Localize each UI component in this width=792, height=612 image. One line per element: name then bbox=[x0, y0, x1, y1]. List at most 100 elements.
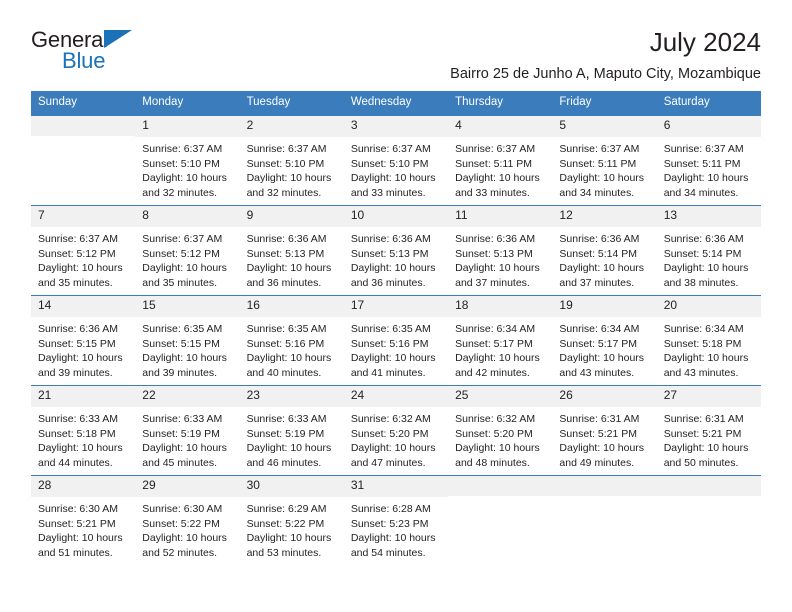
daylight-text-line2: and 33 minutes. bbox=[350, 187, 426, 200]
day-sun-info: Sunrise: 6:33 AM Sunset: 5:19 PM Daylight:… bbox=[135, 407, 239, 472]
calendar-day-cell[interactable]: 18 Sunrise: 6:34 AM Sunset: 5:17 PM Dayligh… bbox=[448, 294, 553, 386]
sunset-text: Sunset: 5:15 PM bbox=[38, 337, 116, 350]
day-number: 19 bbox=[552, 295, 657, 317]
sunset-text: Sunset: 5:13 PM bbox=[455, 247, 533, 260]
daylight-text-line2: and 37 minutes. bbox=[559, 277, 635, 290]
calendar-day-cell[interactable]: 15 Sunrise: 6:35 AM Sunset: 5:15 PM Dayligh… bbox=[135, 294, 240, 386]
sunset-text: Sunset: 5:20 PM bbox=[350, 427, 429, 440]
sunset-text: Sunset: 5:20 PM bbox=[455, 427, 533, 440]
sunrise-text: Sunrise: 6:34 AM bbox=[455, 322, 536, 335]
day-number: 23 bbox=[239, 385, 344, 407]
day-cell-inner: 9 Sunrise: 6:36 AM Sunset: 5:13 PM Daylight… bbox=[239, 205, 344, 295]
day-sun-info: Sunrise: 6:36 AM Sunset: 5:13 PM Daylight:… bbox=[448, 227, 552, 292]
calendar-day-cell[interactable]: 12 Sunrise: 6:36 AM Sunset: 5:14 PM Dayligh… bbox=[552, 204, 657, 296]
sunset-text: Sunset: 5:21 PM bbox=[38, 517, 116, 530]
day-cell-inner bbox=[656, 475, 761, 565]
daylight-text-line1: Daylight: 10 hours bbox=[38, 442, 123, 455]
sunset-text: Sunset: 5:21 PM bbox=[663, 427, 742, 440]
calendar-day-cell[interactable]: 16 Sunrise: 6:35 AM Sunset: 5:16 PM Dayligh… bbox=[239, 294, 344, 386]
day-number: 6 bbox=[656, 115, 761, 137]
calendar-day-cell[interactable]: 2 Sunrise: 6:37 AM Sunset: 5:10 PM Daylight… bbox=[239, 115, 344, 206]
daylight-text-line1: Daylight: 10 hours bbox=[455, 352, 540, 365]
daylight-text-line2: and 52 minutes. bbox=[142, 547, 217, 560]
calendar-day-cell[interactable]: 28 Sunrise: 6:30 AM Sunset: 5:21 PM Dayligh… bbox=[31, 474, 136, 565]
sunrise-text: Sunrise: 6:36 AM bbox=[663, 232, 744, 245]
calendar-day-cell[interactable]: 14 Sunrise: 6:36 AM Sunset: 5:15 PM Dayligh… bbox=[31, 294, 136, 386]
calendar-day-cell[interactable]: 22 Sunrise: 6:33 AM Sunset: 5:19 PM Dayligh… bbox=[135, 384, 240, 476]
calendar-day-cell[interactable]: 7 Sunrise: 6:37 AM Sunset: 5:12 PM Daylight… bbox=[31, 204, 136, 296]
sunset-text: Sunset: 5:23 PM bbox=[350, 517, 429, 530]
sunset-text: Sunset: 5:15 PM bbox=[142, 337, 220, 350]
calendar-day-cell[interactable]: 3 Sunrise: 6:37 AM Sunset: 5:10 PM Daylight… bbox=[343, 115, 449, 206]
daylight-text-line2: and 36 minutes. bbox=[246, 277, 322, 290]
day-number bbox=[448, 475, 553, 496]
weekday-header-thursday: Thursday bbox=[448, 91, 553, 116]
calendar-day-cell[interactable]: 4 Sunrise: 6:37 AM Sunset: 5:11 PM Daylight… bbox=[448, 115, 553, 206]
daylight-text-line2: and 32 minutes. bbox=[142, 187, 217, 200]
daylight-text-line2: and 54 minutes. bbox=[350, 547, 426, 560]
day-number: 10 bbox=[343, 205, 449, 227]
day-sun-info: Sunrise: 6:30 AM Sunset: 5:21 PM Daylight:… bbox=[31, 497, 135, 562]
sunrise-text: Sunrise: 6:33 AM bbox=[38, 412, 118, 425]
calendar-day-cell[interactable]: 21 Sunrise: 6:33 AM Sunset: 5:18 PM Dayligh… bbox=[31, 384, 136, 476]
calendar-day-cell[interactable]: 11 Sunrise: 6:36 AM Sunset: 5:13 PM Dayligh… bbox=[448, 204, 553, 296]
sunrise-text: Sunrise: 6:30 AM bbox=[142, 502, 223, 515]
daylight-text-line1: Daylight: 10 hours bbox=[350, 352, 436, 365]
calendar-day-cell[interactable]: 25 Sunrise: 6:32 AM Sunset: 5:20 PM Dayligh… bbox=[448, 384, 553, 476]
daylight-text-line1: Daylight: 10 hours bbox=[559, 442, 645, 455]
calendar-day-cell[interactable]: 23 Sunrise: 6:33 AM Sunset: 5:19 PM Dayligh… bbox=[239, 384, 344, 476]
day-cell-inner: 10 Sunrise: 6:36 AM Sunset: 5:13 PM Dayligh… bbox=[343, 205, 449, 295]
calendar-week-row: 14 Sunrise: 6:36 AM Sunset: 5:15 PM Dayligh… bbox=[31, 294, 761, 386]
sunset-text: Sunset: 5:13 PM bbox=[350, 247, 429, 260]
day-sun-info: Sunrise: 6:37 AM Sunset: 5:12 PM Daylight:… bbox=[135, 227, 239, 292]
sunset-text: Sunset: 5:11 PM bbox=[455, 157, 532, 170]
generalblue-logo: General Blue bbox=[31, 27, 143, 73]
calendar-day-cell[interactable]: 6 Sunrise: 6:37 AM Sunset: 5:11 PM Daylight… bbox=[656, 115, 761, 206]
weekday-header-wednesday: Wednesday bbox=[343, 91, 449, 116]
day-number: 26 bbox=[552, 385, 657, 407]
sunrise-text: Sunrise: 6:36 AM bbox=[350, 232, 431, 245]
calendar-day-cell[interactable]: 1 Sunrise: 6:37 AM Sunset: 5:10 PM Daylight… bbox=[135, 115, 240, 206]
day-sun-info: Sunrise: 6:32 AM Sunset: 5:20 PM Daylight:… bbox=[448, 407, 552, 472]
day-number: 1 bbox=[135, 115, 240, 137]
sunrise-text: Sunrise: 6:36 AM bbox=[559, 232, 640, 245]
calendar-day-cell[interactable]: 17 Sunrise: 6:35 AM Sunset: 5:16 PM Dayligh… bbox=[343, 294, 449, 386]
sunrise-text: Sunrise: 6:34 AM bbox=[559, 322, 640, 335]
day-cell-inner: 15 Sunrise: 6:35 AM Sunset: 5:15 PM Dayligh… bbox=[135, 295, 240, 385]
calendar-day-cell[interactable]: 5 Sunrise: 6:37 AM Sunset: 5:11 PM Daylight… bbox=[552, 115, 657, 206]
sunset-text: Sunset: 5:18 PM bbox=[38, 427, 116, 440]
calendar-day-cell bbox=[31, 115, 136, 206]
calendar-day-cell[interactable]: 8 Sunrise: 6:37 AM Sunset: 5:12 PM Daylight… bbox=[135, 204, 240, 296]
calendar-day-cell[interactable]: 31 Sunrise: 6:28 AM Sunset: 5:23 PM Dayligh… bbox=[343, 474, 449, 565]
day-sun-info: Sunrise: 6:29 AM Sunset: 5:22 PM Daylight:… bbox=[240, 497, 344, 562]
calendar-day-cell[interactable]: 27 Sunrise: 6:31 AM Sunset: 5:21 PM Dayligh… bbox=[656, 384, 761, 476]
daylight-text-line1: Daylight: 10 hours bbox=[350, 442, 436, 455]
calendar-day-cell[interactable]: 13 Sunrise: 6:36 AM Sunset: 5:14 PM Dayligh… bbox=[656, 204, 761, 296]
day-cell-inner: 6 Sunrise: 6:37 AM Sunset: 5:11 PM Daylight… bbox=[656, 115, 761, 205]
day-sun-info: Sunrise: 6:34 AM Sunset: 5:17 PM Daylight:… bbox=[448, 317, 552, 382]
day-cell-inner bbox=[448, 475, 553, 565]
sunrise-text: Sunrise: 6:31 AM bbox=[559, 412, 640, 425]
day-sun-info: Sunrise: 6:31 AM Sunset: 5:21 PM Daylight:… bbox=[552, 407, 656, 472]
day-sun-info: Sunrise: 6:37 AM Sunset: 5:10 PM Daylight:… bbox=[135, 137, 239, 202]
daylight-text-line1: Daylight: 10 hours bbox=[455, 172, 540, 185]
day-cell-inner: 23 Sunrise: 6:33 AM Sunset: 5:19 PM Dayligh… bbox=[239, 385, 344, 475]
sunrise-text: Sunrise: 6:37 AM bbox=[38, 232, 118, 245]
day-sun-info: Sunrise: 6:36 AM Sunset: 5:13 PM Daylight:… bbox=[240, 227, 344, 292]
calendar-day-cell[interactable]: 26 Sunrise: 6:31 AM Sunset: 5:21 PM Dayligh… bbox=[552, 384, 657, 476]
day-cell-inner: 8 Sunrise: 6:37 AM Sunset: 5:12 PM Daylight… bbox=[135, 205, 240, 295]
calendar-day-cell[interactable]: 20 Sunrise: 6:34 AM Sunset: 5:18 PM Dayligh… bbox=[656, 294, 761, 386]
weekday-header-friday: Friday bbox=[552, 91, 657, 116]
calendar-day-cell[interactable]: 24 Sunrise: 6:32 AM Sunset: 5:20 PM Dayligh… bbox=[343, 384, 449, 476]
sunrise-text: Sunrise: 6:36 AM bbox=[246, 232, 327, 245]
calendar-day-cell[interactable]: 30 Sunrise: 6:29 AM Sunset: 5:22 PM Dayligh… bbox=[239, 474, 344, 565]
calendar-day-cell[interactable]: 10 Sunrise: 6:36 AM Sunset: 5:13 PM Dayligh… bbox=[343, 204, 449, 296]
sunrise-text: Sunrise: 6:37 AM bbox=[142, 232, 223, 245]
calendar-day-cell[interactable]: 9 Sunrise: 6:36 AM Sunset: 5:13 PM Daylight… bbox=[239, 204, 344, 296]
sunrise-text: Sunrise: 6:31 AM bbox=[663, 412, 744, 425]
calendar-day-cell[interactable]: 29 Sunrise: 6:30 AM Sunset: 5:22 PM Dayligh… bbox=[135, 474, 240, 565]
weekday-header-monday: Monday bbox=[135, 91, 240, 116]
calendar-day-cell[interactable]: 19 Sunrise: 6:34 AM Sunset: 5:17 PM Dayligh… bbox=[552, 294, 657, 386]
day-cell-inner: 29 Sunrise: 6:30 AM Sunset: 5:22 PM Dayligh… bbox=[135, 475, 240, 565]
daylight-text-line1: Daylight: 10 hours bbox=[38, 352, 123, 365]
